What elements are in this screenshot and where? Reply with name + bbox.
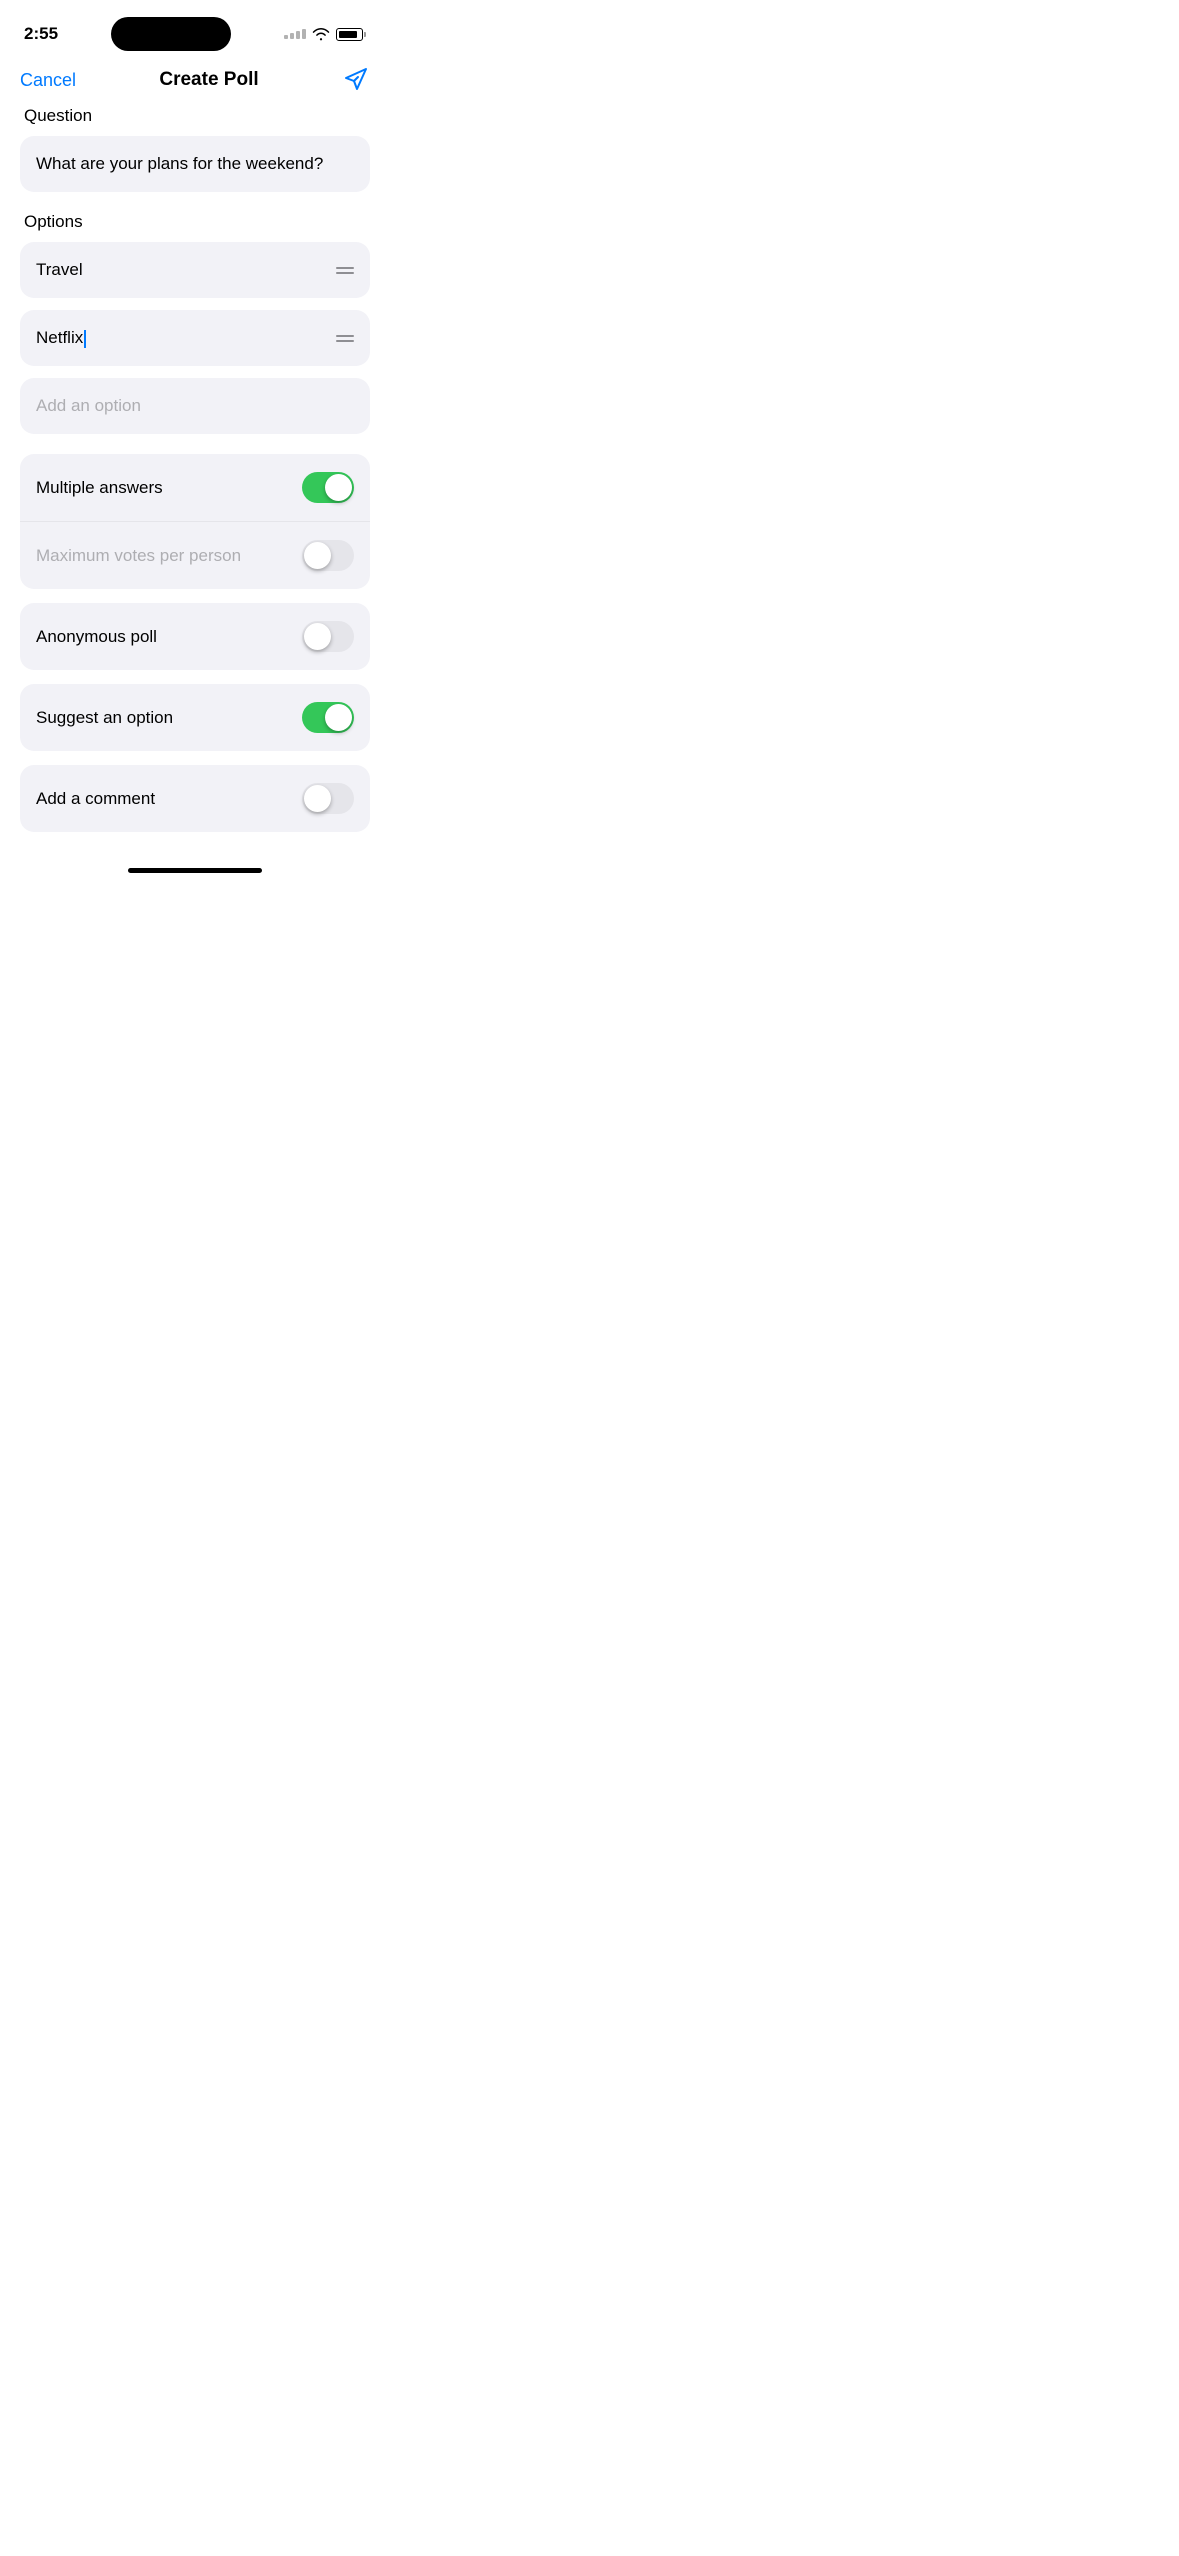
multiple-answers-slider	[302, 472, 354, 503]
question-input[interactable]	[20, 136, 370, 192]
max-votes-slider	[302, 540, 354, 571]
send-button[interactable]	[342, 65, 370, 96]
add-comment-toggle[interactable]	[302, 783, 354, 814]
anonymous-poll-slider	[302, 621, 354, 652]
text-cursor	[84, 330, 86, 348]
options-section: Options Travel Netflix Add an option	[20, 212, 370, 434]
suggest-option-label: Suggest an option	[36, 708, 173, 728]
page-title: Create Poll	[159, 69, 258, 91]
max-votes-label: Maximum votes per person	[36, 546, 241, 566]
option-text-1: Travel	[36, 260, 83, 280]
wifi-icon	[312, 27, 330, 41]
drag-handle-2[interactable]	[336, 335, 354, 342]
option-row-1[interactable]: Travel	[20, 242, 370, 298]
content-area: Question Options Travel Netflix Add an o…	[0, 106, 390, 832]
settings-row-max-votes: Maximum votes per person	[20, 521, 370, 589]
add-comment-label: Add a comment	[36, 789, 155, 809]
add-comment-slider	[302, 783, 354, 814]
options-label: Options	[20, 212, 370, 232]
option-placeholder-text: Add an option	[36, 396, 141, 416]
home-indicator	[0, 852, 390, 881]
max-votes-toggle[interactable]	[302, 540, 354, 571]
suggest-option-toggle[interactable]	[302, 702, 354, 733]
home-bar	[128, 868, 262, 873]
send-icon	[342, 65, 370, 93]
anonymous-poll-toggle[interactable]	[302, 621, 354, 652]
status-icons	[284, 27, 366, 41]
dynamic-island	[111, 17, 231, 51]
question-section: Question	[20, 106, 370, 192]
signal-icon	[284, 29, 306, 39]
settings-row-anonymous: Anonymous poll	[20, 603, 370, 670]
settings-card-3: Suggest an option	[20, 684, 370, 751]
settings-card-4: Add a comment	[20, 765, 370, 832]
settings-row-multiple-answers: Multiple answers	[20, 454, 370, 521]
settings-card-1: Multiple answers Maximum votes per perso…	[20, 454, 370, 589]
question-label: Question	[20, 106, 370, 126]
option-row-placeholder[interactable]: Add an option	[20, 378, 370, 434]
multiple-answers-label: Multiple answers	[36, 478, 163, 498]
suggest-option-slider	[302, 702, 354, 733]
nav-bar: Cancel Create Poll	[0, 54, 390, 106]
option-row-2[interactable]: Netflix	[20, 310, 370, 366]
battery-icon	[336, 28, 366, 41]
anonymous-poll-label: Anonymous poll	[36, 627, 157, 647]
cancel-button[interactable]: Cancel	[20, 70, 76, 91]
settings-row-suggest: Suggest an option	[20, 684, 370, 751]
drag-handle-1[interactable]	[336, 267, 354, 274]
multiple-answers-toggle[interactable]	[302, 472, 354, 503]
option-text-2: Netflix	[36, 328, 86, 348]
settings-row-comment: Add a comment	[20, 765, 370, 832]
status-bar: 2:55	[0, 0, 390, 54]
status-time: 2:55	[24, 24, 58, 44]
settings-card-2: Anonymous poll	[20, 603, 370, 670]
